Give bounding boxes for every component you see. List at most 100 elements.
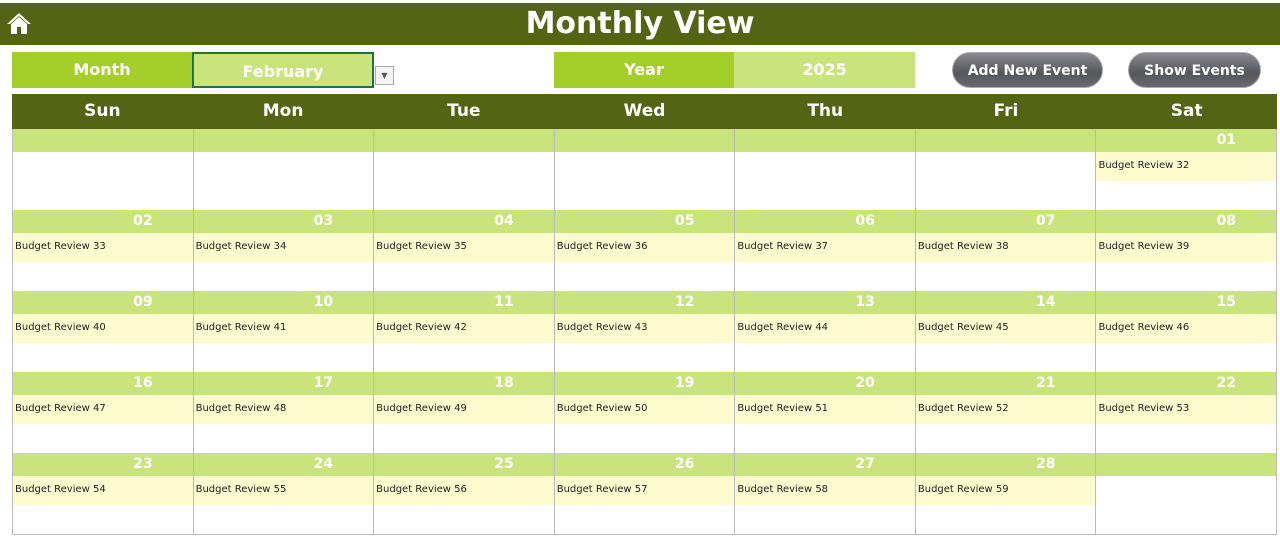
day-number: 26 xyxy=(554,453,735,476)
event-item[interactable]: Budget Review 46 xyxy=(1096,314,1277,343)
day-cell[interactable] xyxy=(374,129,555,210)
event-item[interactable]: Budget Review 50 xyxy=(554,395,735,424)
day-number: 15 xyxy=(1096,291,1277,314)
day-cell[interactable]: 25 Budget Review 56 xyxy=(374,453,555,534)
weekday-fri: Fri xyxy=(993,101,1019,121)
day-cell[interactable]: 03 Budget Review 34 xyxy=(193,210,375,291)
empty-slot xyxy=(194,181,374,210)
day-cell[interactable] xyxy=(554,129,736,210)
event-item[interactable]: Budget Review 40 xyxy=(13,314,193,343)
day-number: 23 xyxy=(13,453,193,476)
empty-slot xyxy=(374,262,554,291)
day-cell[interactable] xyxy=(735,129,916,210)
empty-slot xyxy=(13,343,193,372)
event-item[interactable]: Budget Review 36 xyxy=(554,233,735,262)
day-cell[interactable]: 27 Budget Review 58 xyxy=(735,453,916,534)
empty-slot xyxy=(735,505,915,534)
event-item[interactable]: Budget Review 38 xyxy=(915,233,1096,262)
day-cell[interactable]: 13 Budget Review 44 xyxy=(735,291,916,372)
day-cell[interactable] xyxy=(915,129,1097,210)
event-item[interactable]: Budget Review 57 xyxy=(554,476,735,505)
day-cell[interactable]: 09 Budget Review 40 xyxy=(12,291,194,372)
day-number: 24 xyxy=(193,453,374,476)
day-cell[interactable]: 23 Budget Review 54 xyxy=(12,453,194,534)
day-cell[interactable]: 06 Budget Review 37 xyxy=(735,210,916,291)
event-item[interactable]: Budget Review 49 xyxy=(374,395,554,424)
day-cell[interactable]: 20 Budget Review 51 xyxy=(735,372,916,453)
year-label: Year xyxy=(554,52,734,88)
home-icon[interactable] xyxy=(6,11,32,35)
weekday-header: Sun Mon Tue Wed Thu Fri Sat xyxy=(12,94,1277,129)
day-number: 06 xyxy=(735,210,915,233)
day-cell[interactable]: 04 Budget Review 35 xyxy=(374,210,555,291)
week-row: 16 Budget Review 47 17 Budget Review 48 18 Bu… xyxy=(12,372,1278,453)
empty-slot xyxy=(194,424,374,453)
day-cell[interactable]: 21 Budget Review 52 xyxy=(915,372,1097,453)
event-item[interactable]: Budget Review 35 xyxy=(374,233,554,262)
day-cell[interactable]: 08 Budget Review 39 xyxy=(1096,210,1278,291)
event-item[interactable]: Budget Review 48 xyxy=(193,395,374,424)
day-cell[interactable] xyxy=(193,129,375,210)
empty-slot xyxy=(1096,424,1276,453)
empty-slot xyxy=(735,181,915,210)
event-item[interactable]: Budget Review 41 xyxy=(193,314,374,343)
day-cell[interactable]: 28 Budget Review 59 xyxy=(915,453,1097,534)
month-dropdown-button[interactable]: ▼ xyxy=(375,66,394,85)
event-item[interactable]: Budget Review 54 xyxy=(13,476,193,505)
event-item[interactable]: Budget Review 39 xyxy=(1096,233,1277,262)
event-item[interactable]: Budget Review 56 xyxy=(374,476,554,505)
day-cell[interactable]: 12 Budget Review 43 xyxy=(554,291,736,372)
event-item[interactable]: Budget Review 55 xyxy=(193,476,374,505)
weekday-mon: Mon xyxy=(262,101,304,121)
day-cell[interactable]: 17 Budget Review 48 xyxy=(193,372,375,453)
day-cell[interactable]: 16 Budget Review 47 xyxy=(12,372,194,453)
event-item[interactable]: Budget Review 43 xyxy=(554,314,735,343)
day-cell[interactable]: 18 Budget Review 49 xyxy=(374,372,555,453)
day-number: 25 xyxy=(374,453,554,476)
event-item[interactable]: Budget Review 37 xyxy=(735,233,915,262)
year-value[interactable]: 2025 xyxy=(734,52,915,88)
event-item xyxy=(13,152,193,181)
day-cell[interactable]: 15 Budget Review 46 xyxy=(1096,291,1278,372)
empty-slot xyxy=(735,343,915,372)
event-item[interactable]: Budget Review 44 xyxy=(735,314,915,343)
day-number xyxy=(13,129,193,152)
week-row: 01 Budget Review 32 xyxy=(12,129,1278,210)
event-item[interactable]: Budget Review 52 xyxy=(915,395,1096,424)
event-item[interactable]: Budget Review 59 xyxy=(915,476,1096,505)
month-select[interactable]: February xyxy=(192,52,374,88)
day-cell[interactable] xyxy=(12,129,194,210)
event-item[interactable]: Budget Review 34 xyxy=(193,233,374,262)
day-cell[interactable]: 11 Budget Review 42 xyxy=(374,291,555,372)
event-item[interactable]: Budget Review 58 xyxy=(735,476,915,505)
week-row: 23 Budget Review 54 24 Budget Review 55 25 Bu… xyxy=(12,453,1278,534)
day-number: 19 xyxy=(554,372,735,395)
day-cell[interactable]: 24 Budget Review 55 xyxy=(193,453,375,534)
weekday-wed: Wed xyxy=(623,101,666,121)
day-cell[interactable]: 05 Budget Review 36 xyxy=(554,210,736,291)
event-item xyxy=(374,152,554,181)
event-item[interactable]: Budget Review 47 xyxy=(13,395,193,424)
event-item[interactable]: Budget Review 42 xyxy=(374,314,554,343)
event-item[interactable]: Budget Review 51 xyxy=(735,395,915,424)
day-cell[interactable]: 26 Budget Review 57 xyxy=(554,453,736,534)
day-number: 08 xyxy=(1096,210,1277,233)
day-cell[interactable]: 14 Budget Review 45 xyxy=(915,291,1097,372)
day-cell[interactable] xyxy=(1096,453,1278,534)
event-item[interactable]: Budget Review 45 xyxy=(915,314,1096,343)
day-cell[interactable]: 22 Budget Review 53 xyxy=(1096,372,1278,453)
show-events-button[interactable]: Show Events xyxy=(1128,52,1261,88)
day-cell[interactable]: 02 Budget Review 33 xyxy=(12,210,194,291)
add-new-event-button[interactable]: Add New Event xyxy=(952,52,1103,88)
event-item[interactable]: Budget Review 33 xyxy=(13,233,193,262)
empty-slot xyxy=(916,343,1096,372)
day-cell[interactable]: 07 Budget Review 38 xyxy=(915,210,1097,291)
day-cell[interactable]: 19 Budget Review 50 xyxy=(554,372,736,453)
day-number xyxy=(1096,453,1277,476)
empty-slot xyxy=(555,181,735,210)
event-item[interactable]: Budget Review 32 xyxy=(1096,152,1277,181)
day-cell[interactable]: 10 Budget Review 41 xyxy=(193,291,375,372)
day-number: 22 xyxy=(1096,372,1277,395)
event-item[interactable]: Budget Review 53 xyxy=(1096,395,1277,424)
day-cell[interactable]: 01 Budget Review 32 xyxy=(1096,129,1278,210)
